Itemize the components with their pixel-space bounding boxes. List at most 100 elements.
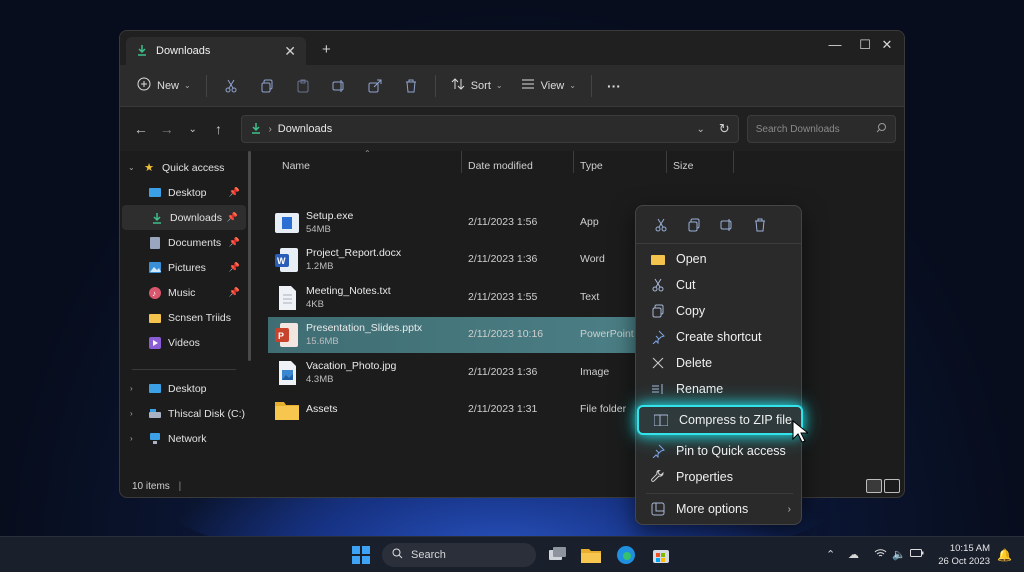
file-type: Word [580, 253, 605, 265]
menu-item-rename[interactable]: Rename [636, 376, 803, 402]
taskbar-clock[interactable]: 10:15 AM 26 Oct 2023 [938, 542, 990, 568]
rename-icon[interactable] [710, 211, 743, 239]
notification-bell-icon[interactable]: 🔔 [997, 548, 1012, 562]
folder-icon [148, 312, 162, 324]
column-divider[interactable] [461, 151, 462, 173]
new-tab-button[interactable]: + [322, 41, 331, 58]
column-divider[interactable] [666, 151, 667, 173]
plus-circle-icon [137, 77, 151, 94]
cloud-icon[interactable]: ☁ [848, 548, 859, 561]
copy-icon[interactable] [677, 211, 710, 239]
search-input[interactable] [755, 123, 877, 135]
cut-icon[interactable] [644, 211, 677, 239]
sidebar-item-pictures[interactable]: Pictures 📌 [120, 255, 248, 280]
sidebar-item-screenshots[interactable]: Scnsen Triids [120, 305, 248, 330]
taskbar-search[interactable]: Search [382, 543, 536, 567]
close-window-button[interactable]: ✕ [872, 37, 902, 53]
task-view-icon[interactable] [546, 544, 568, 566]
column-divider[interactable] [573, 151, 574, 173]
chevron-down-icon[interactable]: ⌄ [696, 124, 704, 135]
delete-icon[interactable] [393, 71, 429, 101]
cut-icon[interactable] [213, 71, 249, 101]
search-box[interactable] [746, 115, 897, 143]
copy-icon[interactable] [249, 71, 285, 101]
sidebar-item-label: Pictures [168, 261, 206, 274]
file-row-assets[interactable]: Assets 2/11/2023 1:31 File folder [268, 392, 648, 428]
menu-item-more-options[interactable]: More options › [636, 496, 803, 522]
minimize-button[interactable]: — [820, 37, 850, 52]
sidebar-scrollbar[interactable] [248, 151, 251, 361]
sidebar-item-quick-access[interactable]: ⌄ ★ Quick access [120, 155, 248, 180]
file-name: Presentation_Slides.pptx [306, 322, 423, 334]
menu-item-delete[interactable]: Delete [636, 350, 803, 376]
sidebar-item-desktop[interactable]: Desktop 📌 [120, 180, 248, 205]
sidebar-item-videos[interactable]: Videos [120, 330, 248, 355]
column-divider[interactable] [733, 151, 734, 173]
sidebar-item-documents[interactable]: Documents 📌 [120, 230, 248, 255]
column-name[interactable]: Name [282, 160, 310, 172]
network-icon [148, 433, 162, 445]
refresh-icon[interactable]: ↻ [719, 121, 730, 137]
share-icon[interactable] [357, 71, 393, 101]
address-bar[interactable]: › Downloads ⌄ ↻ [241, 115, 739, 143]
menu-item-label: Pin to Quick access [676, 444, 786, 458]
column-type[interactable]: Type [580, 160, 603, 172]
sidebar-item-label: Desktop [168, 186, 207, 199]
wifi-icon[interactable] [874, 548, 887, 562]
documents-icon [148, 236, 162, 249]
recent-locations-button[interactable]: ⌄ [180, 124, 206, 135]
sidebar-item-local-disk[interactable]: › Thiscal Disk (C:) [120, 401, 248, 426]
column-size[interactable]: Size [673, 160, 693, 172]
search-icon [392, 548, 403, 562]
menu-item-properties[interactable]: Properties [636, 464, 803, 490]
battery-icon[interactable] [910, 548, 924, 561]
sidebar-item-downloads[interactable]: Downloads 📌 [122, 205, 246, 230]
chevron-up-icon[interactable]: ⌃ [826, 548, 835, 561]
menu-item-cut[interactable]: Cut [636, 272, 803, 298]
sidebar-item-network[interactable]: › Network [120, 426, 248, 451]
menu-item-compress-to-zip[interactable]: Compress to ZIP file [637, 405, 803, 435]
back-button[interactable]: ← [128, 121, 154, 137]
sidebar-item-music[interactable]: ♪ Music 📌 [120, 280, 248, 305]
paste-icon[interactable] [285, 71, 321, 101]
file-row-vacation-photo[interactable]: Vacation_Photo.jpg 4.3MB 2/11/2023 1:36 … [268, 355, 648, 391]
microsoft-store-icon[interactable] [650, 544, 672, 566]
menu-item-pin-quick-access[interactable]: Pin to Quick access [636, 438, 803, 464]
tiles-view-button[interactable] [884, 479, 900, 493]
volume-icon[interactable]: 🔈 [892, 548, 906, 561]
sort-button[interactable]: Sort ⌄ [442, 71, 512, 101]
shortcut-icon [650, 329, 666, 345]
chevron-right-icon: › [130, 384, 133, 393]
file-row-presentation-slides[interactable]: P Presentation_Slides.pptx 15.6MB 2/11/2… [268, 317, 648, 353]
file-row-project-report[interactable]: W Project_Report.docx 1.2MB 2/11/2023 1:… [268, 242, 648, 278]
menu-item-open[interactable]: Open [636, 246, 803, 272]
file-explorer-icon[interactable] [580, 544, 602, 566]
menu-item-label: Compress to ZIP file [679, 413, 793, 427]
file-size: 4.3MB [306, 374, 334, 385]
sidebar-item-desktop-root[interactable]: › Desktop [120, 376, 248, 401]
chevron-right-icon: › [130, 434, 133, 443]
chevron-right-icon: › [130, 409, 133, 418]
file-size: 4KB [306, 299, 324, 310]
windows-start-icon[interactable] [352, 546, 370, 564]
column-date-modified[interactable]: Date modified [468, 160, 533, 172]
close-tab-icon[interactable]: ✕ [284, 43, 296, 60]
menu-item-create-shortcut[interactable]: Create shortcut [636, 324, 803, 350]
menu-item-copy[interactable]: Copy [636, 298, 803, 324]
more-button[interactable]: ··· [598, 71, 630, 101]
edge-browser-icon[interactable] [615, 544, 637, 566]
rename-icon[interactable] [321, 71, 357, 101]
new-label: New [157, 79, 180, 92]
new-button[interactable]: New ⌄ [128, 71, 200, 101]
file-row-meeting-notes[interactable]: Meeting_Notes.txt 4KB 2/11/2023 1:55 Tex… [268, 280, 648, 316]
tab-downloads[interactable]: Downloads ✕ [126, 37, 306, 65]
download-icon [136, 44, 148, 59]
view-button[interactable]: View ⌄ [512, 71, 585, 101]
file-row-setup[interactable]: Setup.exe 54MB 2/11/2023 1:56 App [268, 205, 648, 241]
details-view-button[interactable] [866, 479, 882, 493]
forward-button[interactable]: → [154, 121, 180, 137]
up-button[interactable]: ↑ [206, 121, 232, 137]
file-size: 1.2MB [306, 261, 334, 272]
delete-icon[interactable] [743, 211, 776, 239]
taskbar: Search ⌃ ☁ 🔈 10:15 AM 26 Oct 2023 🔔 [0, 536, 1024, 572]
